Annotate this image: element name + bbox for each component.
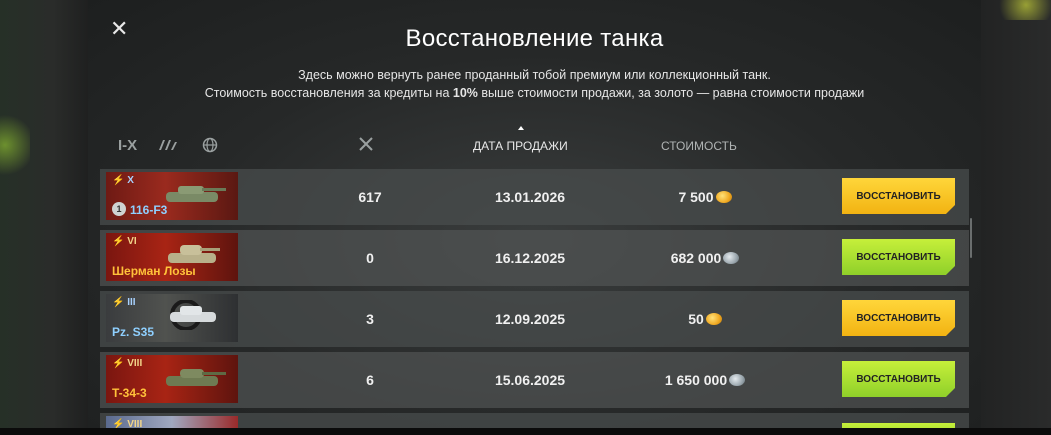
column-cost[interactable]: СТОИМОСТЬ	[661, 139, 737, 153]
tank-image	[170, 300, 216, 330]
scrollbar[interactable]	[970, 218, 972, 258]
restore-cost: 7 500	[635, 169, 775, 225]
silver-icon	[723, 252, 740, 264]
restore-button[interactable]: ВОССТАНОВИТЬ	[842, 361, 955, 397]
background-right	[981, 0, 1051, 435]
restore-tank-dialog: ✕ Восстановление танка Здесь можно верну…	[88, 0, 981, 435]
tank-tier: ⚡ VIII	[112, 358, 143, 369]
tier-value: VIII	[127, 358, 143, 369]
tank-card[interactable]: ⚡ VI Шерман Лозы	[106, 233, 238, 281]
tier-value: III	[127, 297, 136, 308]
dialog-subtitle-line1: Здесь можно вернуть ранее проданный тобо…	[298, 68, 771, 82]
subtitle-percent: 10%	[452, 86, 478, 100]
cost-value: 1 650 000	[664, 372, 728, 388]
tank-image	[166, 186, 226, 202]
gold-icon	[715, 191, 732, 203]
tank-card[interactable]: ⚡ III Pz. S35	[106, 294, 238, 342]
sale-date: 15.06.2025	[494, 372, 566, 388]
battles-count: 0	[366, 250, 374, 266]
battles-count: 617	[358, 189, 382, 205]
background-left	[0, 0, 88, 435]
subtitle-text: Стоимость восстановления за кредиты на	[204, 86, 453, 100]
table-row: ⚡ III Pz. S35 3 12.09.2025 50 ВОССТАНОВИ…	[100, 291, 969, 347]
tier-value: X	[127, 175, 134, 186]
column-sale-date[interactable]: ДАТА ПРОДАЖИ	[473, 139, 568, 153]
tank-card[interactable]: ⚡ X 1 116-F3	[106, 172, 238, 220]
table-row: ⚡ VI Шерман Лозы 0 16.12.2025 682 000 ВО…	[100, 230, 969, 286]
crossed-swords-icon[interactable]	[358, 136, 374, 155]
subtitle-text: выше стоимости продажи, за золото — равн…	[477, 86, 865, 100]
premium-badge: 1	[112, 202, 126, 216]
background-glow	[991, 0, 1051, 20]
dialog-title: Восстановление танка	[405, 25, 664, 52]
tank-name: T-34-3	[112, 386, 147, 400]
table-row: ⚡ VIII T-34-3 6 15.06.2025 1 650 000 ВОС…	[100, 352, 969, 408]
dialog-subtitle-line2: Стоимость восстановления за кредиты на 1…	[88, 86, 981, 100]
cost-value: 7 500	[678, 189, 714, 205]
tank-name: Шерман Лозы	[112, 264, 196, 278]
tank-name: Pz. S35	[112, 325, 155, 339]
tank-tier: ⚡ X	[112, 175, 134, 186]
silver-icon	[729, 374, 746, 386]
sale-date: 13.01.2026	[494, 189, 566, 205]
globe-icon[interactable]	[199, 136, 221, 154]
restore-cost: 682 000	[635, 230, 775, 286]
tank-name: 116-F3	[130, 203, 168, 217]
tank-card[interactable]: ⚡ VIII T-34-3	[106, 355, 238, 403]
filter-bar: I-X	[118, 136, 221, 154]
cost-value: 682 000	[670, 250, 722, 266]
gold-icon	[705, 313, 722, 325]
tank-list: ⚡ X 1 116-F3 617 13.01.2026 7 500 ВОССТА…	[100, 169, 969, 413]
restore-button[interactable]: ВОССТАНОВИТЬ	[842, 300, 955, 336]
background-glow	[0, 110, 30, 180]
cost-value: 50	[688, 311, 704, 327]
tank-tier: ⚡ VI	[112, 236, 137, 247]
restore-cost: 1 650 000	[635, 352, 775, 408]
restore-button[interactable]: ВОССТАНОВИТЬ	[842, 178, 955, 214]
tank-tier: ⚡ III	[112, 297, 136, 308]
restore-button[interactable]: ВОССТАНОВИТЬ	[842, 239, 955, 275]
sort-ascending-icon	[518, 126, 524, 130]
tank-image	[166, 369, 226, 386]
battles-count: 6	[366, 372, 374, 388]
sale-date: 12.09.2025	[494, 311, 566, 327]
restore-cost: 50	[635, 291, 775, 347]
table-row: ⚡ X 1 116-F3 617 13.01.2026 7 500 ВОССТА…	[100, 169, 969, 225]
bottom-bar	[0, 428, 1051, 435]
sale-date: 16.12.2025	[494, 250, 566, 266]
tier-value: VI	[127, 236, 137, 247]
tier-filter[interactable]: I-X	[118, 137, 137, 154]
battles-count: 3	[366, 311, 374, 327]
tank-type-filter-icon[interactable]	[157, 136, 179, 154]
